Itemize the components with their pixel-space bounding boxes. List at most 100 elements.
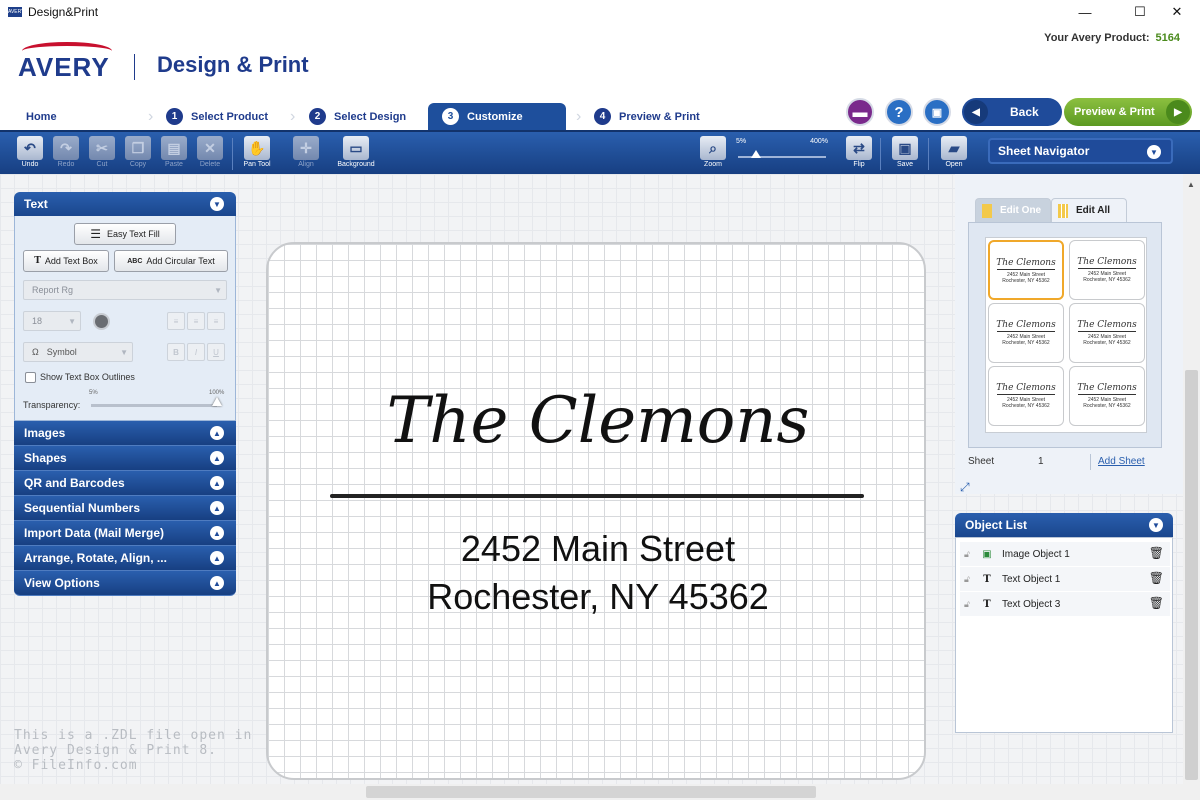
align-right-icon[interactable]: ≡	[207, 312, 225, 330]
show-outlines-label: Show Text Box Outlines	[40, 372, 135, 382]
label-address-line1[interactable]: 2452 Main Street	[268, 528, 924, 570]
chevron-up-icon: ▲	[210, 426, 224, 440]
step-customize[interactable]: 3 Customize	[428, 103, 566, 130]
copy-icon: ❐	[125, 136, 151, 160]
add-sheet-link[interactable]: Add Sheet	[1098, 456, 1145, 467]
zoom-button[interactable]: ⌕ Zoom	[696, 136, 730, 168]
watermark: This is a .ZDL file open in Avery Design …	[14, 728, 253, 773]
back-button[interactable]: ◀ Back	[962, 98, 1062, 126]
redo-button[interactable]: ↷ Redo	[49, 136, 83, 168]
vertical-scroll-thumb[interactable]	[1185, 370, 1198, 780]
pan-tool-button[interactable]: ✋ Pan Tool	[239, 136, 275, 168]
text-icon: T	[983, 573, 991, 585]
accordion-section[interactable]: Sequential Numbers ▲	[14, 496, 236, 521]
paste-icon: ▤	[161, 136, 187, 160]
align-left-icon[interactable]: ≡	[167, 312, 185, 330]
hand-icon: ✋	[244, 136, 270, 160]
text-icon: T	[34, 256, 41, 266]
object-list: 🔓︎ ▣ Image Object 1 🗑︎ 🔓︎ T Text Object 1 🗑︎ 🔓…	[955, 537, 1173, 733]
minimize-button[interactable]: —	[1062, 0, 1108, 24]
step-select-design[interactable]: 2 Select Design	[309, 103, 406, 130]
mini-label[interactable]: The Clemons 2452 Main Street Rochester, NY…	[1069, 303, 1145, 363]
mini-label[interactable]: The Clemons 2452 Main Street Rochester, NY…	[1069, 240, 1145, 300]
object-row[interactable]: 🔓︎ T Text Object 1 🗑︎	[960, 567, 1170, 591]
open-button[interactable]: ▰ Open	[937, 136, 971, 168]
undo-button[interactable]: ↶ Undo	[13, 136, 47, 168]
label-address-line2[interactable]: Rochester, NY 45362	[268, 576, 924, 618]
text-panel-header[interactable]: Text ▼	[14, 192, 236, 216]
zoom-slider-thumb[interactable]	[750, 150, 761, 158]
transparency-slider[interactable]	[91, 404, 217, 407]
align-icon: ✛	[293, 136, 319, 160]
horizontal-scroll-thumb[interactable]	[366, 786, 816, 798]
add-text-box-button[interactable]: T Add Text Box	[23, 250, 109, 272]
tab-edit-one[interactable]: Edit One	[975, 198, 1051, 222]
copy-button[interactable]: ❐ Copy	[121, 136, 155, 168]
underline-button[interactable]: U	[207, 343, 225, 361]
tab-edit-all[interactable]: Edit All	[1051, 198, 1127, 222]
object-row[interactable]: 🔓︎ ▣ Image Object 1 🗑︎	[960, 542, 1170, 566]
undo-icon: ↶	[17, 136, 43, 160]
zoom-slider[interactable]: 5% 400%	[734, 136, 830, 168]
magnifier-icon: ⌕	[700, 136, 726, 160]
transparency-slider-thumb[interactable]	[212, 397, 222, 406]
align-button[interactable]: ✛ Align	[289, 136, 323, 168]
symbol-select[interactable]: Ω Symbol ▼	[23, 342, 133, 362]
cut-button[interactable]: ✂ Cut	[85, 136, 119, 168]
easy-text-fill-button[interactable]: ☰ Easy Text Fill	[74, 223, 176, 245]
chevron-up-icon: ▲	[210, 576, 224, 590]
chevron-down-icon: ▼	[210, 197, 224, 211]
background-button[interactable]: ▭ Background	[334, 136, 378, 168]
chevron-right-icon: ›	[290, 108, 296, 125]
preview-print-button[interactable]: Preview & Print ▶	[1064, 98, 1192, 126]
app-header: AVERY Design & Print Your Avery Product:…	[0, 24, 1200, 100]
accordion-section[interactable]: QR and Barcodes ▲	[14, 471, 236, 496]
mini-label[interactable]: The Clemons 2452 Main Street Rochester, NY…	[988, 240, 1064, 300]
paste-button[interactable]: ▤ Paste	[157, 136, 191, 168]
sheet-navigator-header[interactable]: Sheet Navigator ▼	[988, 138, 1173, 164]
vertical-scrollbar[interactable]: ▲	[1183, 174, 1200, 800]
horizontal-scrollbar[interactable]	[0, 784, 1183, 800]
object-row[interactable]: 🔓︎ T Text Object 3 🗑︎	[960, 592, 1170, 616]
font-select[interactable]: Report Rg ▼	[23, 280, 227, 300]
font-size-select[interactable]: 18 ▼	[23, 311, 81, 331]
help-icon[interactable]: ?	[885, 98, 913, 126]
save-project-icon[interactable]: ▣	[923, 98, 951, 126]
mini-label[interactable]: The Clemons 2452 Main Street Rochester, NY…	[988, 303, 1064, 363]
delete-button[interactable]: ✕ Delete	[193, 136, 227, 168]
text-color-picker[interactable]	[93, 313, 110, 330]
expand-icon[interactable]: ⤢	[960, 480, 970, 495]
align-center-icon[interactable]: ≡	[187, 312, 205, 330]
single-label-icon	[982, 203, 992, 218]
bold-button[interactable]: B	[167, 343, 185, 361]
label-canvas[interactable]: The Clemons 2452 Main Street Rochester, …	[266, 242, 926, 780]
step-select-product[interactable]: 1 Select Product	[166, 103, 268, 130]
show-outlines-checkbox[interactable]	[25, 372, 36, 383]
italic-button[interactable]: I	[187, 343, 205, 361]
accordion-section[interactable]: Arrange, Rotate, Align, ... ▲	[14, 546, 236, 571]
mini-label[interactable]: The Clemons 2452 Main Street Rochester, NY…	[1069, 366, 1145, 426]
step-preview-print[interactable]: 4 Preview & Print	[594, 103, 700, 130]
close-button[interactable]: ✕	[1154, 0, 1200, 24]
text-icon: T	[983, 598, 991, 610]
flip-button[interactable]: ⇄ Flip	[842, 136, 876, 168]
panel-accordion: Images ▲ Shapes ▲ QR and Barcodes ▲ Sequential…	[14, 421, 236, 596]
sheet-number: 1	[1038, 456, 1044, 467]
object-list-header[interactable]: Object List ▼	[955, 513, 1173, 537]
sheet-preview: The Clemons 2452 Main Street Rochester, NY…	[968, 222, 1162, 448]
lock-icon: 🔓︎	[964, 573, 970, 584]
step-home[interactable]: Home	[26, 103, 57, 130]
avery-logo: AVERY	[18, 42, 114, 84]
add-circular-text-button[interactable]: ABC Add Circular Text	[114, 250, 228, 272]
accordion-section[interactable]: Shapes ▲	[14, 446, 236, 471]
mini-label[interactable]: The Clemons 2452 Main Street Rochester, NY…	[988, 366, 1064, 426]
mini-sheet[interactable]: The Clemons 2452 Main Street Rochester, NY…	[985, 237, 1147, 433]
save-button[interactable]: ▣ Save	[888, 136, 922, 168]
accordion-section[interactable]: View Options ▲	[14, 571, 236, 596]
lock-icon: 🔓︎	[964, 598, 970, 609]
accordion-section[interactable]: Import Data (Mail Merge) ▲	[14, 521, 236, 546]
accordion-section[interactable]: Images ▲	[14, 421, 236, 446]
chat-icon[interactable]: ▬	[846, 98, 874, 126]
label-divider-image[interactable]	[330, 494, 864, 498]
label-name-text[interactable]: The Clemons	[268, 384, 924, 458]
